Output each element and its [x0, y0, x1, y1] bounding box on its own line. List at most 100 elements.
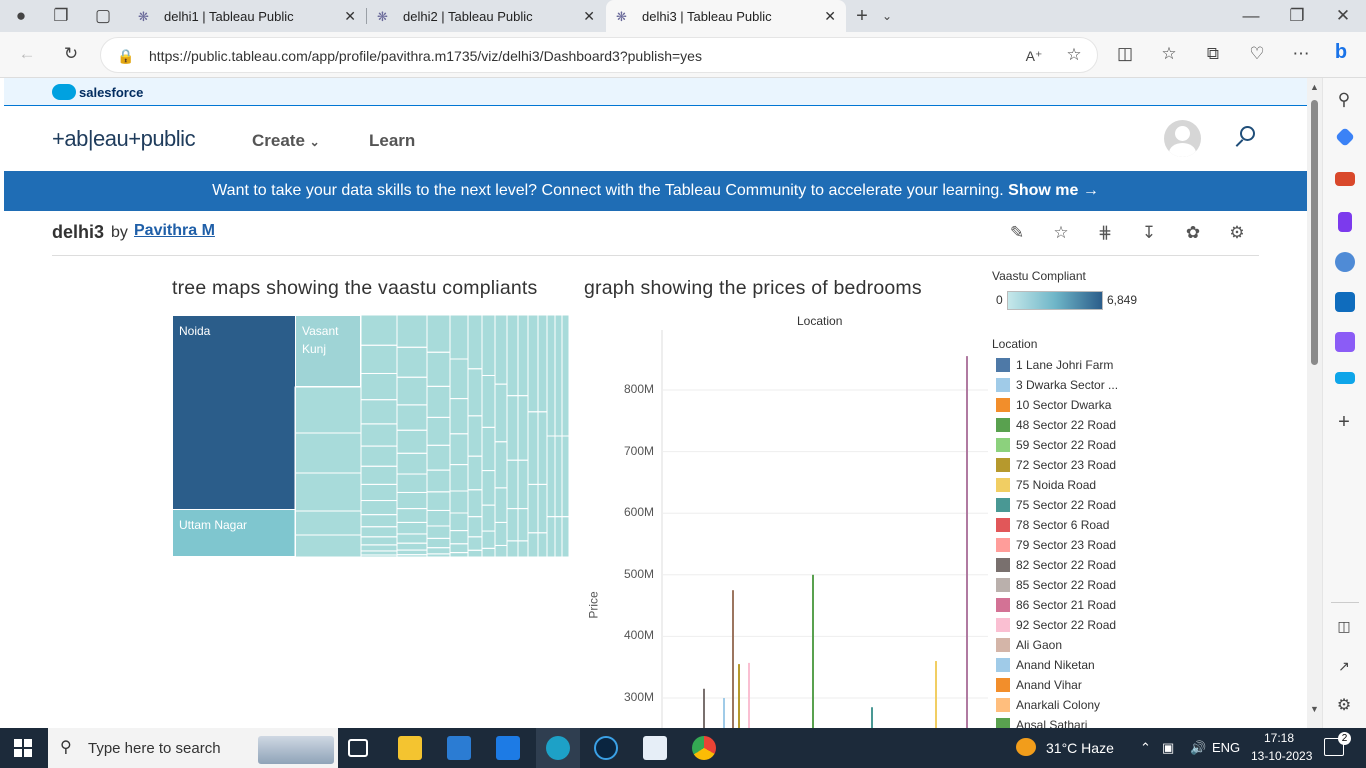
network-icon[interactable]: ▣	[1162, 740, 1174, 756]
legend-swatch	[996, 378, 1010, 392]
browser-essentials-icon[interactable]: ♡	[1246, 44, 1268, 64]
tab-actions-icon[interactable]: ▢	[92, 6, 114, 26]
salesforce-logo[interactable]: salesforce	[52, 83, 143, 101]
mail-icon[interactable]	[496, 736, 520, 760]
edit-viz-icon[interactable]: ✎	[1006, 222, 1028, 244]
tools-briefcase-icon[interactable]	[1335, 172, 1355, 186]
download-icon[interactable]: ↧	[1138, 222, 1160, 244]
taskbar-search-box[interactable]: ⚲ Type here to search	[48, 728, 338, 768]
favorites-icon[interactable]: ☆	[1158, 44, 1180, 64]
nav-learn[interactable]: Learn	[369, 131, 415, 151]
legend-item[interactable]: 59 Sector 22 Road	[994, 436, 1116, 454]
legend-item[interactable]: Ansal Sathari	[994, 716, 1087, 728]
treemap-cell-vasant-kunj[interactable]: Vasant Kunj	[295, 315, 361, 387]
workspaces-icon[interactable]: ❐	[50, 6, 72, 26]
clock-time[interactable]: 17:18	[1264, 731, 1294, 745]
designer-icon[interactable]	[1335, 332, 1355, 352]
task-view-icon[interactable]	[348, 739, 368, 757]
sidebar-settings-icon[interactable]: ⚙	[1333, 696, 1355, 716]
back-icon[interactable]: ←	[16, 44, 38, 64]
tab-delhi1[interactable]: ❋ delhi1 | Tableau Public ✕	[128, 0, 366, 32]
tableau-app-icon[interactable]	[643, 736, 667, 760]
tab-delhi2[interactable]: ❋ delhi2 | Tableau Public ✕	[367, 0, 605, 32]
close-window-icon[interactable]: ✕	[1332, 6, 1354, 26]
legend-item[interactable]: 82 Sector 22 Road	[994, 556, 1116, 574]
treemap[interactable]: Noida Uttam Nagar Vasant Kunj	[172, 315, 569, 557]
file-explorer-icon[interactable]	[398, 736, 422, 760]
search-icon[interactable]	[1234, 126, 1256, 150]
language-indicator[interactable]: ENG	[1212, 740, 1240, 755]
microsoft365-icon[interactable]	[1335, 252, 1355, 272]
viz-author-link[interactable]: Pavithra M	[134, 222, 215, 240]
windows-start-icon[interactable]	[14, 739, 32, 757]
games-icon[interactable]	[1338, 212, 1352, 232]
legend-item[interactable]: Anand Niketan	[994, 656, 1095, 674]
legend-item[interactable]: 10 Sector Dwarka	[994, 396, 1111, 414]
tab-delhi3[interactable]: ❋ delhi3 | Tableau Public ✕	[606, 0, 846, 32]
add-sidebar-app-icon[interactable]: +	[1333, 412, 1355, 432]
chrome-icon[interactable]	[692, 736, 716, 760]
legend-item[interactable]: 79 Sector 23 Road	[994, 536, 1116, 554]
outlook-icon[interactable]	[1335, 292, 1355, 312]
legend-item[interactable]: Anarkali Colony	[994, 696, 1100, 714]
legend-item[interactable]: 85 Sector 22 Road	[994, 576, 1116, 594]
split-screen-icon[interactable]: ◫	[1114, 44, 1136, 64]
share-icon[interactable]: ⋕	[1094, 222, 1116, 244]
avatar[interactable]	[1164, 120, 1201, 157]
refresh-icon[interactable]: ↻	[60, 44, 82, 64]
copilot-icon[interactable]: b	[1330, 42, 1352, 62]
close-tab-icon[interactable]: ✕	[583, 8, 595, 25]
read-aloud-icon[interactable]: A⁺	[1023, 46, 1045, 66]
scroll-up-icon[interactable]: ▲	[1310, 82, 1319, 92]
close-tab-icon[interactable]: ✕	[344, 8, 356, 25]
shopping-tag-icon[interactable]	[1335, 127, 1355, 147]
volume-icon[interactable]: 🔊	[1190, 740, 1206, 756]
favorite-icon[interactable]: ☆	[1050, 222, 1072, 244]
banner-show-me-link[interactable]: Show me →	[1008, 182, 1099, 199]
collections-icon[interactable]: ⧉	[1202, 44, 1224, 64]
edge-browser-icon[interactable]	[546, 736, 570, 760]
legend-item[interactable]: Anand Vihar	[994, 676, 1082, 694]
clock-date[interactable]: 13-10-2023	[1251, 749, 1312, 763]
restore-icon[interactable]: ❐	[1286, 6, 1308, 26]
url-field[interactable]: 🔒 https://public.tableau.com/app/profile…	[100, 37, 1098, 73]
legend-item[interactable]: 75 Sector 22 Road	[994, 496, 1116, 514]
legend-item[interactable]: 78 Sector 6 Road	[994, 516, 1109, 534]
nav-create[interactable]: Create ⌄	[252, 131, 320, 151]
sidebar-search-icon[interactable]: ⚲	[1333, 90, 1355, 110]
legend-item[interactable]: Ali Gaon	[994, 636, 1062, 654]
close-tab-icon[interactable]: ✕	[824, 8, 836, 25]
new-tab-icon[interactable]: +	[851, 6, 873, 26]
tableau-public-logo[interactable]: +ab|eau+public	[52, 126, 196, 152]
price-bar-chart[interactable]	[658, 328, 988, 728]
legend-item[interactable]: 1 Lane Johri Farm	[994, 356, 1113, 374]
legend-item[interactable]: 75 Noida Road	[994, 476, 1096, 494]
legend-item[interactable]: 92 Sector 22 Road	[994, 616, 1116, 634]
page-scrollbar[interactable]: ▲ ▼	[1307, 78, 1322, 728]
treemap-cell-noida[interactable]: Noida	[172, 315, 296, 510]
ms-store-icon[interactable]	[447, 736, 471, 760]
hide-sidebar-icon[interactable]: ◫	[1333, 616, 1355, 636]
weather-icon[interactable]	[1016, 738, 1036, 756]
show-hidden-icons-icon[interactable]: ⌃	[1140, 740, 1151, 756]
weather-text[interactable]: 31°C Haze	[1046, 740, 1114, 756]
lock-icon[interactable]: 🔒	[115, 46, 137, 66]
favorite-star-icon[interactable]: ☆	[1063, 45, 1085, 65]
open-external-icon[interactable]: ↗	[1333, 656, 1355, 676]
viz-of-day-icon[interactable]: ✿	[1182, 222, 1204, 244]
send-icon[interactable]	[1335, 372, 1355, 384]
salesforce-label: salesforce	[79, 84, 144, 100]
tab-list-chevron-icon[interactable]: ⌄	[876, 6, 898, 26]
legend-item[interactable]: 48 Sector 22 Road	[994, 416, 1116, 434]
settings-gear-icon[interactable]: ⚙	[1226, 222, 1248, 244]
legend-item[interactable]: 72 Sector 23 Road	[994, 456, 1116, 474]
profile-icon[interactable]: ●	[10, 6, 32, 26]
webex-icon[interactable]	[594, 736, 618, 760]
more-options-icon[interactable]: ⋯	[1290, 44, 1312, 64]
scroll-thumb[interactable]	[1311, 100, 1318, 365]
legend-item[interactable]: 86 Sector 21 Road	[994, 596, 1116, 614]
treemap-cell-uttam-nagar[interactable]: Uttam Nagar	[172, 509, 296, 557]
scroll-down-icon[interactable]: ▼	[1310, 704, 1319, 714]
minimize-icon[interactable]: —	[1240, 6, 1262, 26]
legend-item[interactable]: 3 Dwarka Sector ...	[994, 376, 1118, 394]
